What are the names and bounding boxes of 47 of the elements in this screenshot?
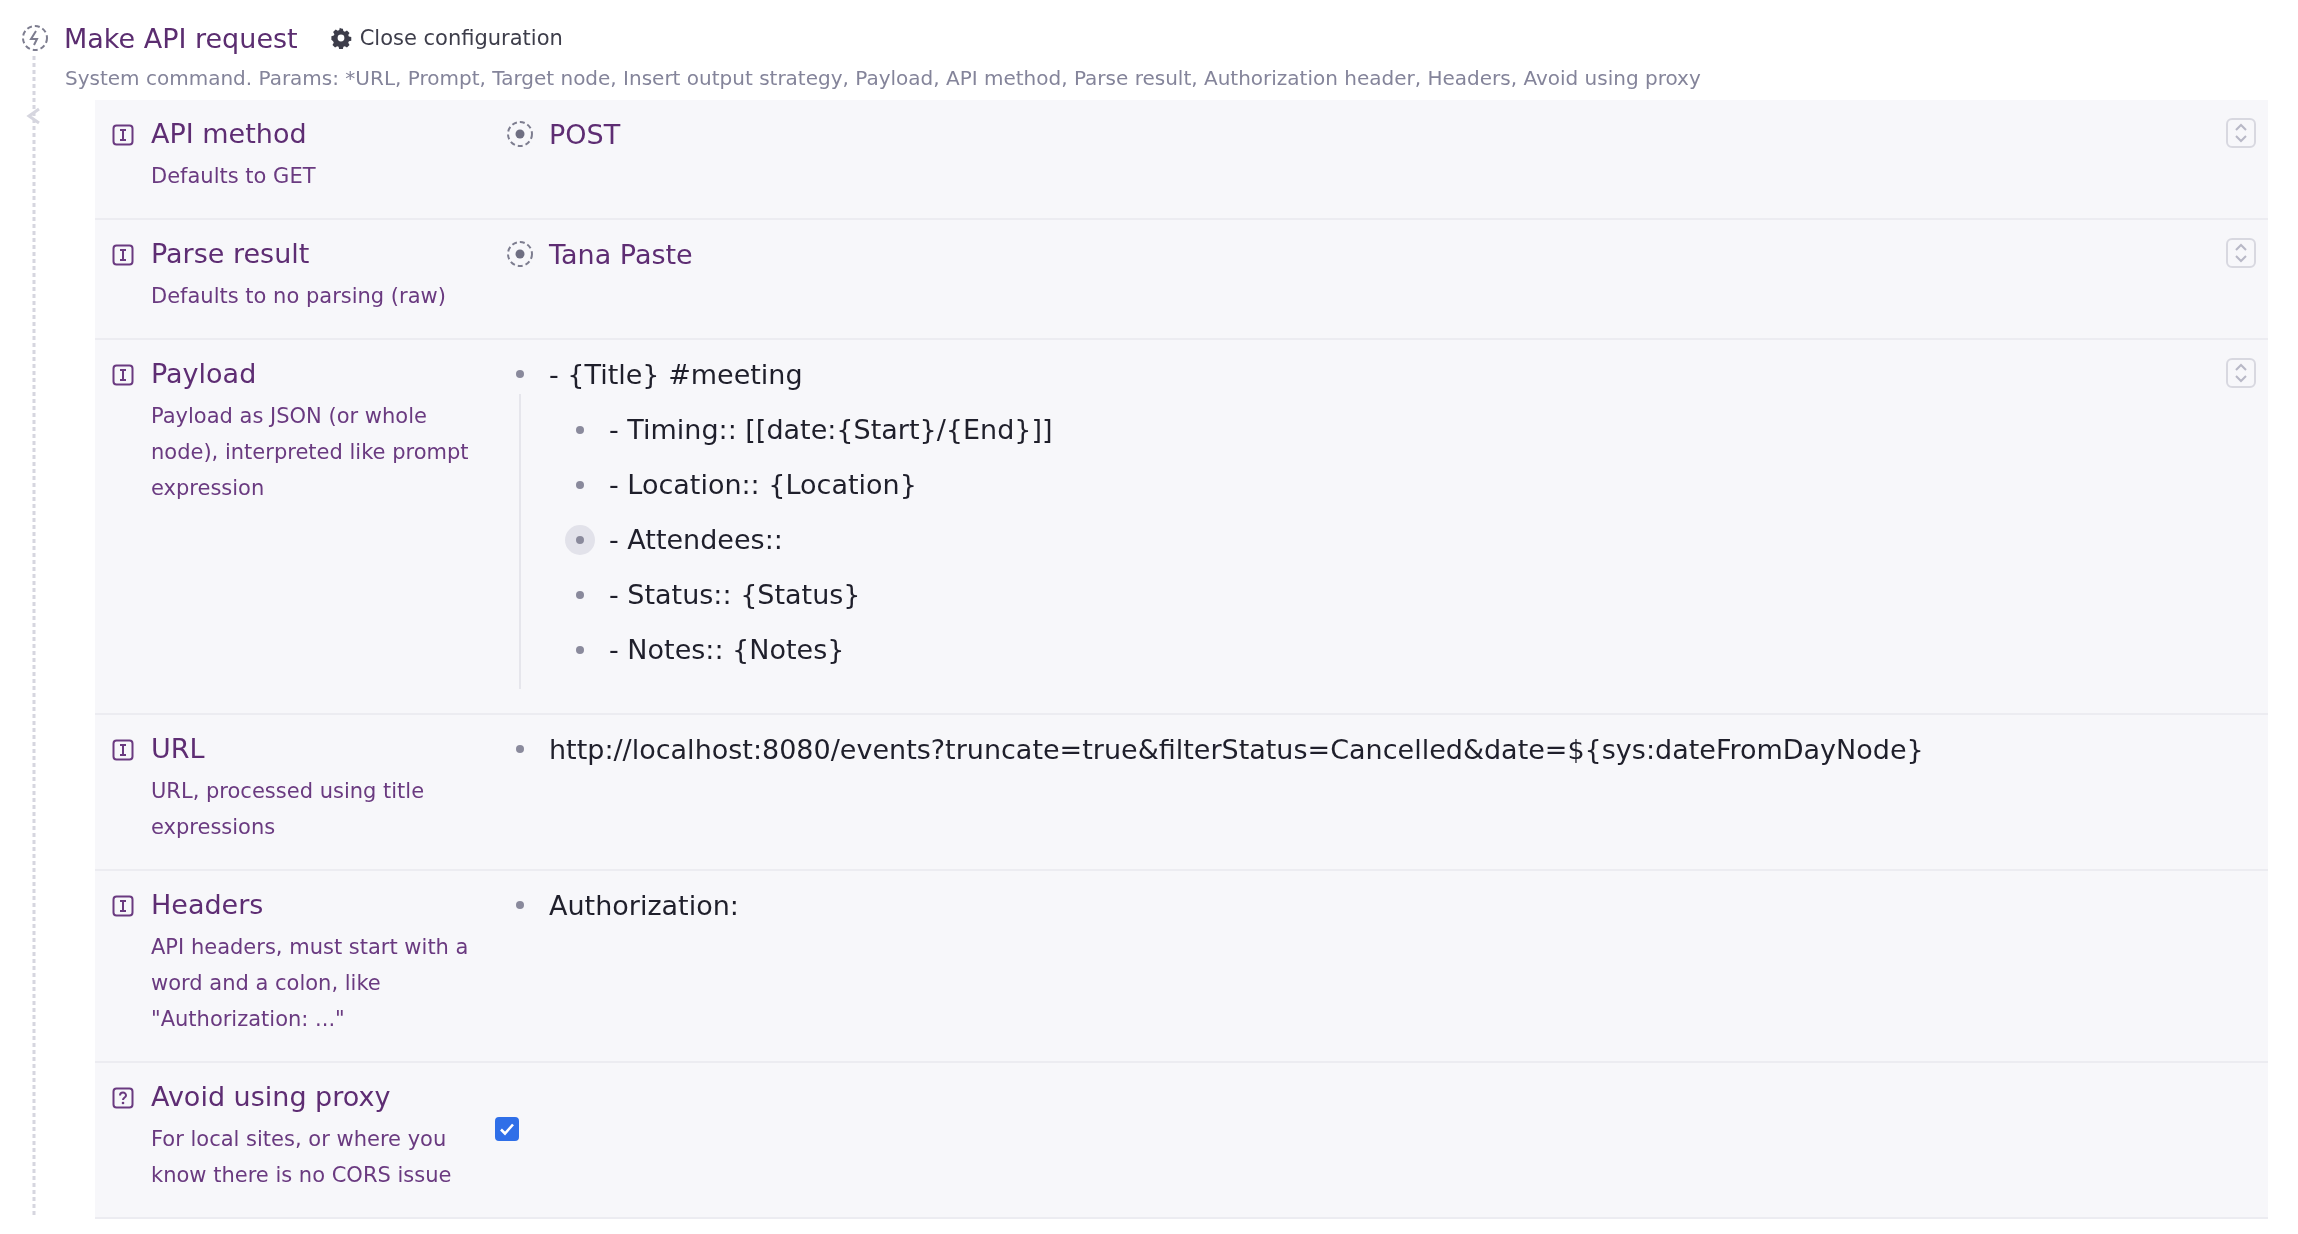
node-text[interactable]: - Attendees:: xyxy=(609,524,783,555)
command-title: Make API request xyxy=(64,22,298,54)
field-hint: Defaults to GET xyxy=(151,163,317,190)
field-hint: For local sites, or where you know there is no CORS issue xyxy=(151,1126,453,1189)
option-value[interactable]: Tana Paste xyxy=(549,238,693,270)
option-icon xyxy=(505,239,535,269)
text-field-icon xyxy=(112,739,134,761)
text-field-icon xyxy=(112,244,134,266)
field-label: Avoid using proxy xyxy=(151,1080,392,1114)
bullet-icon[interactable] xyxy=(576,480,584,489)
node-text[interactable]: http://localhost:8080/events?truncate=true&filterStatus=Cancelled&date=${sys:dateFromDayNode} xyxy=(549,733,1924,765)
field-hint: Payload as JSON (or whole node), interpreted like prompt expression xyxy=(151,403,470,502)
field-label: Payload xyxy=(151,357,258,391)
bullet-icon[interactable] xyxy=(516,901,524,909)
field-hint: Defaults to no parsing (raw) xyxy=(151,283,447,310)
field-label: Headers xyxy=(151,888,265,922)
field-label: API method xyxy=(151,117,308,151)
option-icon xyxy=(505,119,535,149)
command-description: System command. Params: *URL, Prompt, Target node, Insert output strategy, Payload, API method, Parse result, Authorization header, Headers, Avoid using proxy xyxy=(65,66,1702,90)
expand-toggle-icon[interactable] xyxy=(2226,358,2256,388)
node-text[interactable]: - Timing:: [[date:{Start}/{End}]] xyxy=(609,414,1053,445)
bullet-icon[interactable] xyxy=(576,645,584,654)
text-field-icon xyxy=(112,124,134,146)
node-text[interactable]: - {Title} #meeting xyxy=(549,358,803,390)
text-field-icon xyxy=(112,895,134,917)
bullet-icon[interactable] xyxy=(576,590,584,599)
node-text[interactable]: - Location:: {Location} xyxy=(609,469,917,500)
field-label: URL xyxy=(151,732,206,766)
text-field-icon xyxy=(112,364,134,386)
bullet-icon[interactable] xyxy=(516,370,524,378)
bullet-icon[interactable] xyxy=(565,524,595,555)
node-text[interactable]: - Status:: {Status} xyxy=(609,579,861,610)
bullet-icon[interactable] xyxy=(516,745,524,753)
settings-icon xyxy=(329,27,352,49)
field-label: Parse result xyxy=(151,237,311,271)
field-hint: URL, processed using title expressions xyxy=(151,778,426,841)
expand-toggle-icon[interactable] xyxy=(2226,238,2256,268)
node-text[interactable]: - Notes:: {Notes} xyxy=(609,634,845,665)
command-icon xyxy=(20,23,50,53)
checkbox[interactable] xyxy=(495,1117,519,1141)
bullet-icon[interactable] xyxy=(576,425,584,434)
node-text[interactable]: Authorization: xyxy=(549,889,739,921)
expand-toggle-icon[interactable] xyxy=(2226,118,2256,148)
option-value[interactable]: POST xyxy=(549,118,621,150)
field-hint: API headers, must start with a word and a colon, like "Authorization: ..." xyxy=(151,934,470,1033)
close-configuration-button[interactable]: Close configuration xyxy=(325,22,567,54)
question-icon xyxy=(112,1087,134,1109)
